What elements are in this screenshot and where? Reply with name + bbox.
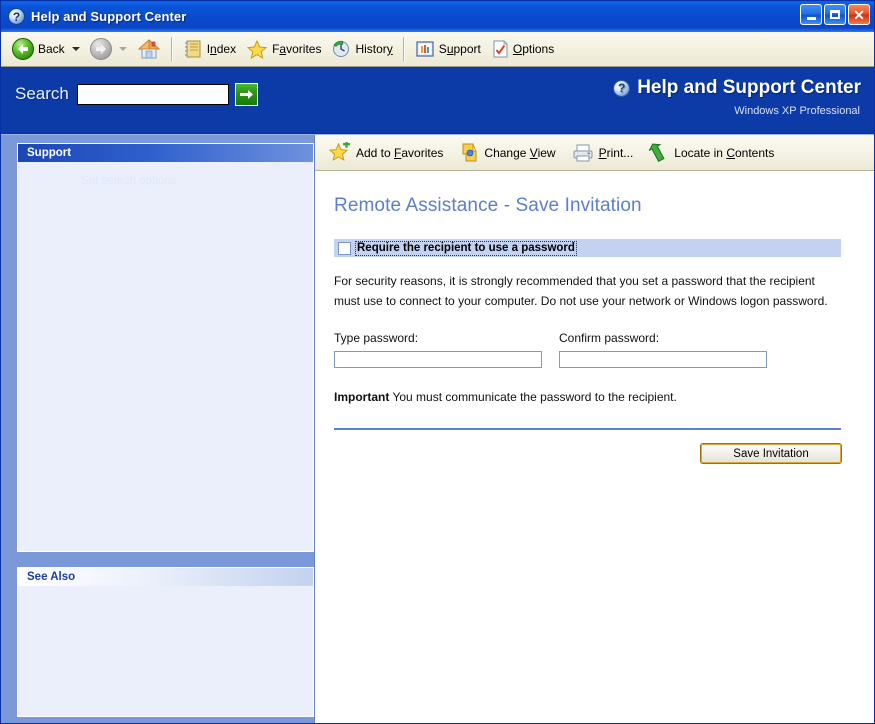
toolbar-item-favorites[interactable]: Favorites	[241, 35, 326, 63]
home-button[interactable]	[132, 35, 166, 63]
minimize-button[interactable]	[800, 4, 822, 25]
forward-button[interactable]	[85, 35, 132, 63]
change-view-button[interactable]: Change View	[459, 142, 556, 163]
banner-branding: ? Help and Support Center Windows XP Pro…	[613, 77, 861, 117]
security-paragraph: For security reasons, it is strongly rec…	[334, 274, 828, 308]
sidebar-panel-support-title: Support	[18, 144, 313, 162]
content-toolbar: Add to Favorites Change View Print... Lo…	[315, 135, 874, 171]
question-circle-icon: ?	[8, 8, 25, 25]
sidebar-panel-see-also: See Also	[17, 567, 314, 717]
locate-arrow-icon	[649, 143, 665, 163]
body-area: Support See Also Add to Favorites Change…	[1, 134, 874, 723]
search-label: Search	[15, 84, 69, 103]
require-password-row[interactable]: Require the recipient to use a password	[334, 239, 841, 257]
maximize-button[interactable]	[824, 4, 846, 25]
change-view-label: Change View	[484, 145, 556, 160]
password-fields-row: Type password: Confirm password:	[334, 331, 874, 368]
back-arrow-icon	[12, 38, 34, 60]
banner-title: Help and Support Center	[637, 77, 861, 98]
back-dropdown-icon[interactable]	[71, 47, 80, 51]
locate-in-contents-button[interactable]: Locate in Contents	[649, 142, 774, 163]
close-button[interactable]: ✕	[848, 4, 870, 25]
banner-subtitle: Windows XP Professional	[734, 105, 860, 117]
confirm-password-group: Confirm password:	[559, 331, 784, 368]
back-button[interactable]: Back	[7, 35, 85, 63]
print-button[interactable]: Print...	[572, 143, 634, 163]
forward-dropdown-icon[interactable]	[118, 47, 127, 51]
require-password-label[interactable]: Require the recipient to use a password	[355, 240, 577, 256]
main-toolbar: Back Index Favorites History Support Opt…	[1, 32, 874, 67]
toolbar-item-index-label: Index	[206, 42, 237, 56]
sidebar-panel-support-body	[18, 162, 313, 551]
minimize-icon	[806, 16, 816, 20]
toolbar-item-support-label: Support	[438, 42, 481, 56]
type-password-label: Type password:	[334, 331, 419, 345]
search-go-button[interactable]	[234, 83, 258, 106]
print-label: Print...	[598, 145, 634, 160]
close-icon: ✕	[853, 6, 865, 23]
type-password-input[interactable]	[334, 350, 542, 368]
window-controls: ✕	[800, 4, 870, 25]
toolbar-item-favorites-label: Favorites	[272, 42, 322, 56]
question-circle-icon: ?	[613, 79, 631, 97]
sidebar-panel-support: Support	[17, 143, 314, 552]
important-text: You must communicate the password to the…	[392, 390, 677, 404]
search-banner: Search Set search options ? Help and Sup…	[1, 67, 874, 187]
options-check-icon	[493, 40, 508, 58]
toolbar-item-history-label: History	[355, 42, 393, 56]
printer-icon	[573, 144, 593, 161]
toolbar-item-history[interactable]: History	[326, 35, 397, 63]
plus-badge	[343, 142, 350, 148]
content-scroll-area: Remote Assistance - Save Invitation Requ…	[315, 171, 874, 723]
horizontal-divider	[334, 428, 841, 430]
window-title: Help and Support Center	[31, 9, 187, 24]
toolbar-item-options[interactable]: Options	[486, 35, 559, 63]
change-view-icon	[462, 143, 477, 162]
toolbar-separator-2	[402, 37, 405, 61]
star-icon	[246, 39, 268, 59]
toolbar-separator	[170, 37, 173, 61]
toolbar-item-options-label: Options	[512, 42, 555, 56]
maximize-icon	[830, 10, 840, 19]
star-plus-icon	[329, 142, 350, 162]
back-label: Back	[38, 42, 65, 56]
add-to-favorites-label: Add to Favorites	[356, 145, 444, 160]
set-search-options-link[interactable]: Set search options	[81, 175, 176, 187]
confirm-password-label: Confirm password:	[559, 331, 660, 345]
require-password-checkbox[interactable]	[338, 241, 351, 255]
button-row: Save Invitation	[334, 444, 841, 463]
sidebar-panel-see-also-title: See Also	[18, 568, 313, 586]
index-book-icon	[184, 40, 201, 58]
add-to-favorites-button[interactable]: Add to Favorites	[329, 142, 443, 163]
help-and-support-window: ? Help and Support Center ✕ Back Index F…	[0, 0, 875, 724]
sidebar: Support See Also	[1, 135, 314, 723]
content-pane: Add to Favorites Change View Print... Lo…	[314, 135, 874, 723]
search-arrow-icon	[239, 90, 253, 99]
confirm-password-input[interactable]	[559, 350, 767, 368]
support-icon	[416, 41, 434, 57]
history-clock-icon	[333, 40, 350, 57]
save-invitation-button[interactable]: Save Invitation	[701, 444, 841, 463]
home-icon	[137, 39, 160, 59]
toolbar-item-index[interactable]: Index	[178, 35, 241, 63]
important-note: Important You must communicate the passw…	[334, 390, 874, 404]
search-input[interactable]	[76, 84, 229, 105]
sidebar-panel-see-also-body	[18, 586, 313, 716]
locate-in-contents-label: Locate in Contents	[674, 145, 775, 160]
type-password-group: Type password:	[334, 331, 559, 368]
important-bold-label: Important	[334, 390, 390, 404]
toolbar-item-support[interactable]: Support	[410, 35, 486, 63]
banner-title-row: ? Help and Support Center	[613, 77, 861, 99]
title-bar: ? Help and Support Center ✕	[1, 1, 874, 32]
forward-arrow-icon	[89, 38, 112, 60]
page-title: Remote Assistance - Save Invitation	[334, 195, 642, 216]
